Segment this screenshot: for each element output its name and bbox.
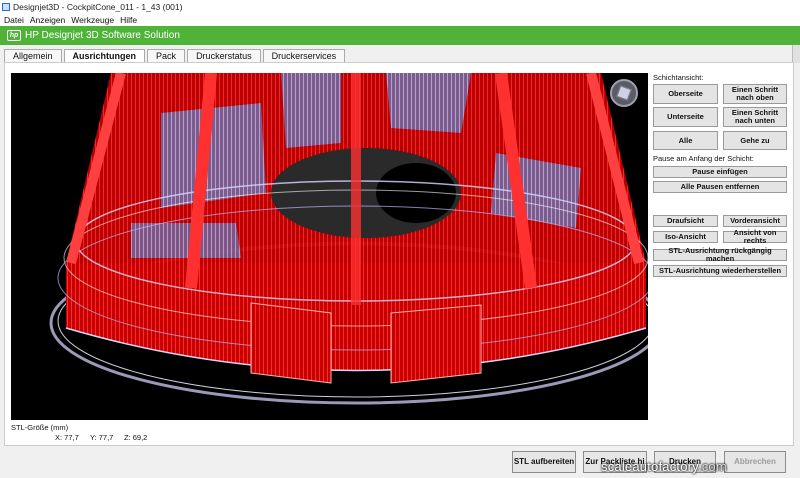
- undo-stl-button[interactable]: STL-Ausrichtung rückgängig machen: [653, 247, 787, 262]
- insert-pause-button[interactable]: Pause einfügen: [653, 166, 787, 178]
- top-button[interactable]: Oberseite: [653, 84, 718, 104]
- stl-size-y: Y: 77,7: [90, 433, 114, 442]
- model-viewport[interactable]: [11, 73, 648, 420]
- prepare-stl-button[interactable]: STL aufbereiten: [512, 451, 576, 473]
- menu-werkzeuge[interactable]: Werkzeuge: [71, 15, 114, 25]
- app-icon: [2, 3, 10, 11]
- layer-view-label: Schichtansicht:: [653, 73, 704, 82]
- menu-hilfe[interactable]: Hilfe: [120, 15, 137, 25]
- tab-druckerstatus[interactable]: Druckerstatus: [187, 49, 261, 63]
- watermark-suffix: .com: [697, 459, 727, 474]
- tab-pack[interactable]: Pack: [147, 49, 186, 63]
- cancel-button[interactable]: Abbrechen: [724, 451, 786, 473]
- model-render: [49, 73, 648, 405]
- menu-anzeigen[interactable]: Anzeigen: [30, 15, 65, 25]
- iso-view-button[interactable]: Iso-Ansicht: [653, 231, 718, 243]
- view-cube-icon[interactable]: [610, 79, 638, 107]
- restore-stl-button[interactable]: STL-Ausrichtung wiederherstellen: [653, 265, 787, 277]
- brand-bar: hp HP Designjet 3D Software Solution: [0, 26, 800, 45]
- step-up-button[interactable]: Einen Schritt nach oben: [723, 84, 787, 104]
- tab-allgemein[interactable]: Allgemein: [4, 49, 62, 63]
- bottom-button[interactable]: Unterseite: [653, 107, 718, 127]
- watermark-name: scaleautofactory: [601, 459, 698, 474]
- goto-button[interactable]: Gehe zu: [723, 131, 787, 150]
- stl-size-z: Z: 69,2: [124, 433, 148, 442]
- scrollbar[interactable]: [792, 45, 800, 63]
- brand-title: HP Designjet 3D Software Solution: [25, 30, 180, 41]
- right-view-button[interactable]: Ansicht von rechts: [723, 229, 787, 244]
- tab-strip: Allgemein Ausrichtungen Pack Druckerstat…: [4, 49, 347, 64]
- stl-size-x: X: 77,7: [55, 433, 79, 442]
- window-title: Designjet3D - CockpitCone_011 - 1_43 (00…: [13, 2, 183, 12]
- pause-label: Pause am Anfang der Schicht:: [653, 154, 754, 163]
- hp-logo-icon: hp: [7, 30, 21, 41]
- top-view-button[interactable]: Draufsicht: [653, 215, 718, 227]
- all-button[interactable]: Alle: [653, 131, 718, 150]
- tab-druckerservices[interactable]: Druckerservices: [262, 49, 346, 63]
- remove-pauses-button[interactable]: Alle Pausen entfernen: [653, 181, 787, 193]
- stl-size-label: STL-Größe (mm): [11, 423, 69, 432]
- step-down-button[interactable]: Einen Schritt nach unten: [723, 107, 787, 127]
- title-bar: Designjet3D - CockpitCone_011 - 1_43 (00…: [0, 0, 800, 14]
- menu-bar: Datei Anzeigen Werkzeuge Hilfe: [0, 14, 800, 26]
- menu-datei[interactable]: Datei: [4, 15, 24, 25]
- front-view-button[interactable]: Vorderansicht: [723, 215, 787, 227]
- watermark: scaleautofactory.com: [601, 459, 727, 474]
